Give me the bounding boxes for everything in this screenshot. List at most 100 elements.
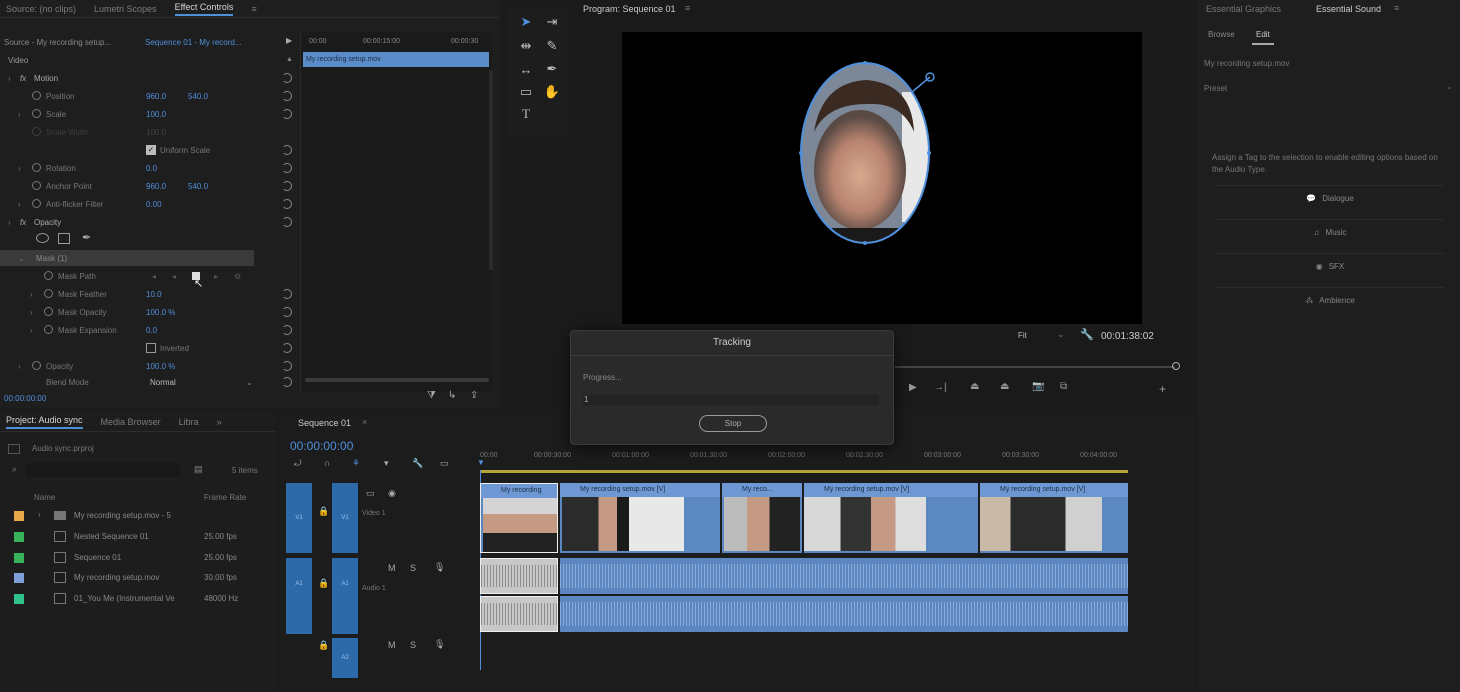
ripple-edit-tool-icon[interactable]: ⇹ <box>518 38 534 54</box>
panel-menu-icon[interactable]: ≡ <box>251 4 256 14</box>
track-forward-frame-icon[interactable]: ▸ <box>214 272 218 281</box>
mic-icon[interactable]: 🎙 <box>434 562 445 573</box>
work-area-bar[interactable] <box>480 470 1128 473</box>
hand-tool-icon[interactable]: ✋ <box>544 84 560 100</box>
essential-menu-icon[interactable]: ≡ <box>1394 3 1399 13</box>
blend-mode-select[interactable]: Normal <box>150 378 176 387</box>
track-backward-icon[interactable]: ◂ <box>152 272 156 281</box>
mute-icon[interactable]: M <box>388 563 396 573</box>
position-x-value[interactable]: 960.0 <box>146 92 166 101</box>
mask-feather-value[interactable]: 10.0 <box>146 290 162 299</box>
ec-zoom-scroll[interactable] <box>305 378 489 382</box>
list-item[interactable]: › My recording setup.mov - 5 <box>0 506 270 526</box>
pen-mask-icon[interactable]: ✒ <box>82 231 91 244</box>
search-input[interactable] <box>26 463 180 477</box>
motion-row[interactable]: › fx Motion <box>0 70 300 86</box>
playhead-icon[interactable]: ▼ <box>477 458 485 467</box>
reset-motion-icon[interactable] <box>282 73 292 83</box>
marker-icon[interactable]: ▾ <box>384 458 389 469</box>
video-clip[interactable]: My recording <box>480 483 558 553</box>
pen-tool-icon[interactable]: ✒ <box>544 61 560 77</box>
opacity-header-row[interactable]: › fx Opacity <box>0 214 300 230</box>
flicker-value[interactable]: 0.00 <box>146 200 162 209</box>
audio-clip[interactable] <box>560 558 1128 594</box>
anchor-row[interactable]: Anchor Point 960.0 540.0 <box>0 178 300 194</box>
opacity-value[interactable]: 100.0 % <box>146 362 175 371</box>
video-clip[interactable]: My reco... <box>722 483 802 553</box>
position-y-value[interactable]: 540.0 <box>188 92 208 101</box>
program-tab[interactable]: Program: Sequence 01 <box>583 4 676 14</box>
timeline-tab[interactable]: Sequence 01 <box>298 418 351 428</box>
mask-expansion-row[interactable]: › Mask Expansion 0.0 <box>0 322 300 338</box>
rectangle-mask-icon[interactable] <box>58 233 70 244</box>
mask-expansion-value[interactable]: 0.0 <box>146 326 157 335</box>
flicker-row[interactable]: › Anti-flicker Filter 0.00 <box>0 196 300 212</box>
razor-tool-icon[interactable]: ✎ <box>544 38 560 54</box>
camera-icon[interactable]: 📷 <box>1032 381 1044 392</box>
track-target-a1[interactable]: A1 <box>332 558 358 634</box>
tab-lumetri-scopes[interactable]: Lumetri Scopes <box>94 4 157 14</box>
video-clip[interactable]: My recording setup.mov [V] <box>560 483 720 553</box>
uniform-scale-checkbox[interactable]: ✓ <box>146 145 156 155</box>
reset-expansion-icon[interactable] <box>282 325 292 335</box>
mask-feather-row[interactable]: › Mask Feather 10.0 <box>0 286 300 302</box>
rotation-value[interactable]: 0.0 <box>146 164 157 173</box>
subtab-edit[interactable]: Edit <box>1256 30 1270 39</box>
fx-icon[interactable]: fx <box>20 74 26 83</box>
render-icon[interactable]: ⇪ <box>470 390 478 401</box>
stopwatch-icon[interactable] <box>32 109 41 118</box>
reset-opacity-value-icon[interactable] <box>282 361 292 371</box>
program-video-frame[interactable] <box>622 32 1142 324</box>
anchor-y-value[interactable]: 540.0 <box>188 182 208 191</box>
list-item[interactable]: 01_You Me (Instrumental Ve 48000 Hz <box>0 589 270 609</box>
mask-row[interactable]: ⌄ Mask (1) <box>0 250 254 266</box>
sfx-button[interactable]: ◉ SFX <box>1215 253 1445 279</box>
mask-path-row[interactable]: Mask Path ◂ ◂ ▸ ⚙ ↖ <box>0 268 300 290</box>
effect-mini-timeline[interactable]: 00:00 00:00:15:00 00:00:30 My recording … <box>300 32 493 392</box>
opacity-row[interactable]: › Opacity 100.0 % <box>0 358 300 374</box>
track-target-a2[interactable]: A2 <box>332 638 358 678</box>
eye-icon[interactable]: ◉ <box>388 488 396 499</box>
lock-icon[interactable]: 🔒 <box>318 506 329 517</box>
tab-essential-sound[interactable]: Essential Sound <box>1316 4 1381 14</box>
anchor-x-value[interactable]: 960.0 <box>146 182 166 191</box>
wrench-icon[interactable]: 🔧 <box>1080 328 1094 341</box>
ec-scrollbar[interactable] <box>489 70 493 270</box>
export-frame-icon[interactable]: ↳ <box>448 390 456 401</box>
program-playhead[interactable] <box>1172 362 1180 370</box>
scale-row[interactable]: › Scale 100.0 <box>0 106 300 122</box>
extract-icon[interactable]: ⏏ <box>1000 381 1009 392</box>
blend-mode-row[interactable]: Blend Mode Normal ⌄ <box>0 374 300 390</box>
compare-icon[interactable]: ⧉ <box>1060 381 1067 392</box>
reset-position-icon[interactable] <box>282 91 292 101</box>
stopwatch-icon[interactable] <box>32 163 41 172</box>
dialogue-button[interactable]: 💬 Dialogue <box>1215 185 1445 211</box>
list-item[interactable]: Sequence 01 25.00 fps <box>0 548 270 568</box>
reset-inverted-icon[interactable] <box>282 343 292 353</box>
stopwatch-icon[interactable] <box>32 361 41 370</box>
type-tool-icon[interactable]: T <box>518 106 534 122</box>
slip-tool-icon[interactable]: ↔ <box>518 61 534 77</box>
lock-icon[interactable]: 🔒 <box>318 578 329 589</box>
track-method-icon[interactable]: ⚙ <box>234 272 241 281</box>
timeline-close-icon[interactable]: × <box>362 417 367 427</box>
audio-clip[interactable] <box>560 596 1128 632</box>
list-item[interactable]: Nested Sequence 01 25.00 fps <box>0 527 270 547</box>
mask-ellipse-preview[interactable] <box>622 32 1142 324</box>
tab-media-browser[interactable]: Media Browser <box>101 417 161 427</box>
ambience-button[interactable]: ⁂ Ambience <box>1215 287 1445 313</box>
fx-icon[interactable]: fx <box>20 218 26 227</box>
sequence-label[interactable]: Sequence 01 - My record... <box>145 38 242 47</box>
program-scrubber[interactable] <box>895 366 1175 368</box>
tab-essential-graphics[interactable]: Essential Graphics <box>1206 4 1281 14</box>
stopwatch-icon[interactable] <box>44 271 53 280</box>
tab-project[interactable]: Project: Audio sync <box>6 415 83 429</box>
preset-chevron-icon[interactable]: ⌄ <box>1446 82 1453 91</box>
bin-icon[interactable]: ▤ <box>194 464 203 475</box>
lock-icon[interactable]: 🔒 <box>318 640 329 651</box>
tab-effect-controls[interactable]: Effect Controls <box>174 2 234 16</box>
list-item[interactable]: My recording setup.mov 30.00 fps <box>0 568 270 588</box>
scroll-up-icon[interactable]: ▲ <box>286 56 293 63</box>
add-button-icon[interactable]: + <box>1159 382 1166 396</box>
reset-rotation-icon[interactable] <box>282 163 292 173</box>
